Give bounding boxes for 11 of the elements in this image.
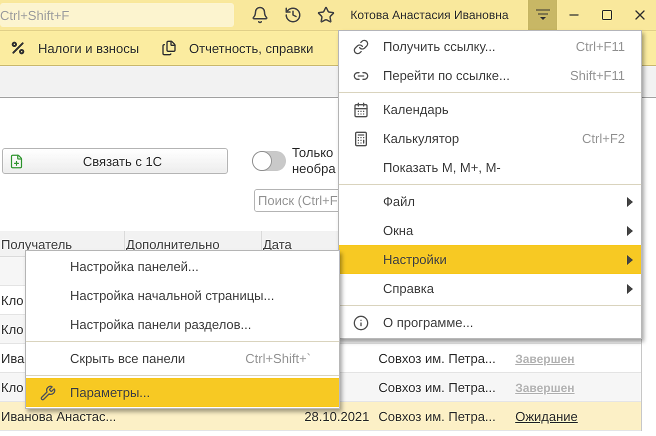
table-cell: 28.10.2021 <box>304 409 370 424</box>
table-cell: Совхоз им. Петра... <box>378 380 496 395</box>
user-name: Котова Анастасия Ивановна <box>350 8 510 22</box>
table-cell: Ива <box>1 351 24 366</box>
table-cell: Кло <box>1 380 24 395</box>
table-cell: Кло <box>1 293 24 308</box>
toggle-label: Только необра <box>292 145 336 177</box>
table-cell: Кло <box>1 322 24 337</box>
table-cell: Иванова Анастас... <box>1 409 116 424</box>
table-cell: Совхоз им. Петра... <box>378 409 496 424</box>
table-cell: Совхоз им. Петра... <box>378 351 496 366</box>
